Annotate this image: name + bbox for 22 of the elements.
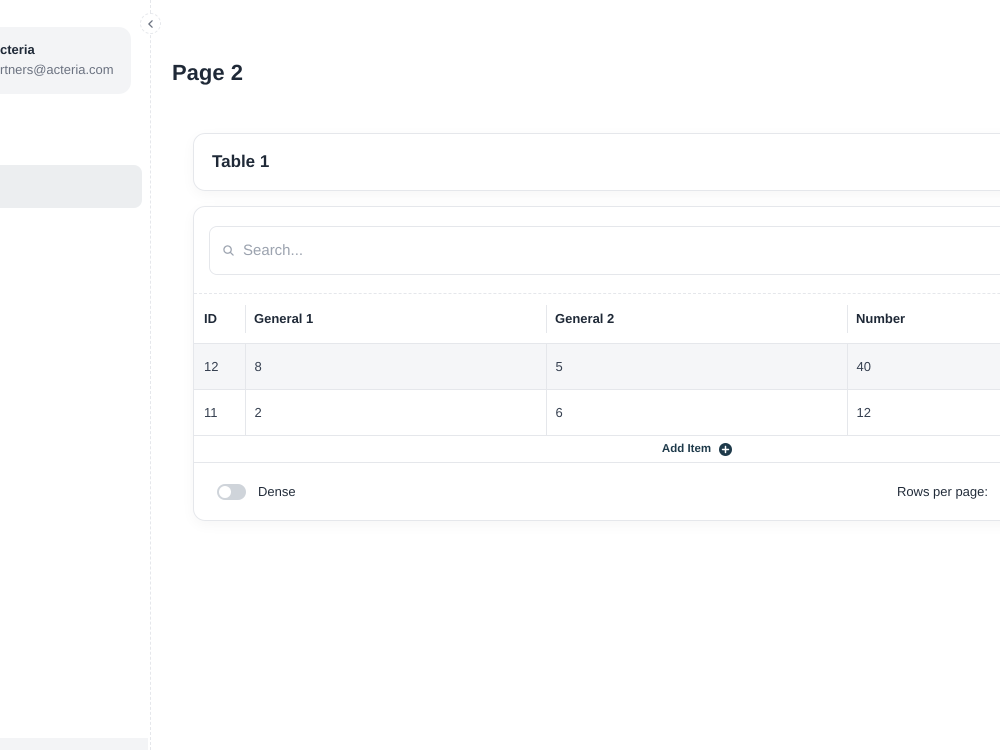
page-title: Page 2 — [172, 60, 243, 86]
account-card[interactable]: cteria rtners@acteria.com — [0, 27, 131, 94]
table-cell: 11 — [194, 390, 245, 436]
add-item-button[interactable]: Add Item — [662, 442, 732, 456]
toggle-label: Dense — [258, 484, 296, 499]
account-name: cteria — [0, 42, 36, 58]
table-cell: 5 — [546, 344, 847, 390]
table-cell: 2 — [245, 390, 546, 436]
dense-toggle[interactable] — [217, 484, 246, 500]
table-title: Table 1 — [212, 152, 270, 172]
table-cell: 12 — [847, 390, 1000, 436]
table-cell: 6 — [546, 390, 847, 436]
search-icon — [223, 245, 234, 256]
search-field[interactable]: Search... — [209, 226, 1000, 275]
table-cell: 8 — [245, 344, 546, 390]
account-email: rtners@acteria.com — [0, 62, 115, 78]
chevron-left-icon — [148, 20, 153, 28]
table-cell: 12 — [194, 344, 245, 390]
plus-circle-icon — [719, 442, 732, 456]
table-cell: 40 — [847, 344, 1000, 390]
rows-per-page-label: Rows per page: — [896, 484, 988, 499]
collapse-button[interactable] — [140, 13, 161, 34]
